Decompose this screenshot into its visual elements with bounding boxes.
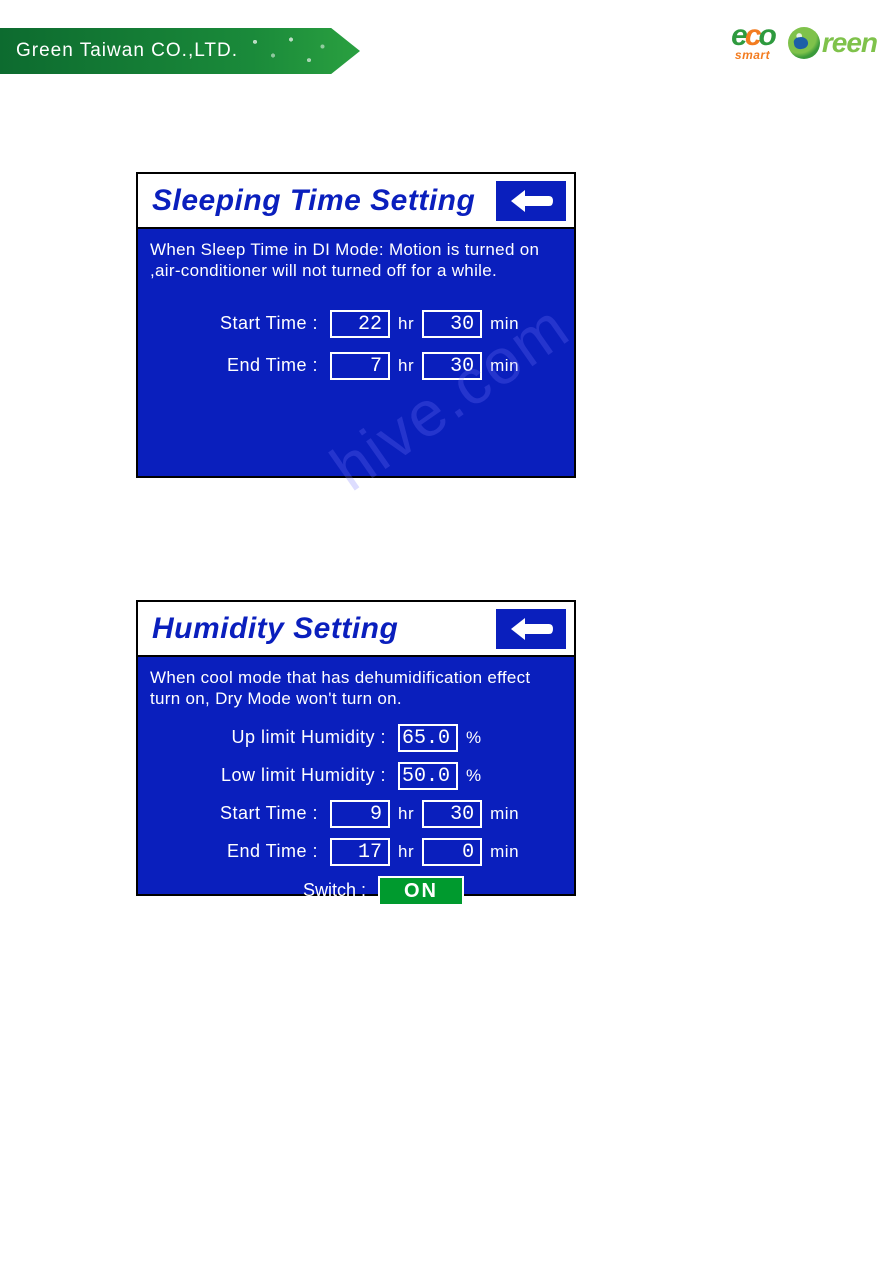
hr-unit: hr bbox=[398, 804, 414, 824]
end-time-label: End Time : bbox=[150, 841, 322, 862]
panel-title: Humidity Setting bbox=[152, 612, 398, 646]
end-time-row: End Time : 7 hr 30 min bbox=[150, 352, 562, 380]
end-time-label: End Time : bbox=[150, 355, 322, 376]
min-unit: min bbox=[490, 356, 519, 376]
min-unit: min bbox=[490, 804, 519, 824]
humidity-panel: Humidity Setting When cool mode that has… bbox=[136, 600, 576, 896]
back-button[interactable] bbox=[496, 181, 566, 221]
start-time-label: Start Time : bbox=[150, 313, 322, 334]
min-unit: min bbox=[490, 314, 519, 334]
hr-unit: hr bbox=[398, 842, 414, 862]
eco-smart-logo: eco smart bbox=[731, 24, 774, 62]
min-unit: min bbox=[490, 842, 519, 862]
end-min-input[interactable]: 30 bbox=[422, 352, 482, 380]
logo-group: eco smart reen bbox=[731, 24, 877, 62]
start-min-input[interactable]: 30 bbox=[422, 310, 482, 338]
start-time-row: Start Time : 9 hr 30 min bbox=[150, 800, 562, 828]
low-limit-label: Low limit Humidity : bbox=[150, 765, 390, 786]
green-logo-text: reen bbox=[822, 27, 877, 59]
end-hour-input[interactable]: 7 bbox=[330, 352, 390, 380]
green-logo: reen bbox=[788, 27, 877, 59]
panel-title-bar: Sleeping Time Setting bbox=[138, 174, 574, 229]
panel-title-bar: Humidity Setting bbox=[138, 602, 574, 657]
company-banner: Green Taiwan CO.,LTD. bbox=[0, 28, 360, 74]
document-header: Green Taiwan CO.,LTD. bbox=[0, 28, 360, 74]
end-time-row: End Time : 17 hr 0 min bbox=[150, 838, 562, 866]
start-hour-input[interactable]: 22 bbox=[330, 310, 390, 338]
pct-unit: % bbox=[466, 728, 482, 748]
up-limit-row: Up limit Humidity : 65.0 % bbox=[150, 724, 562, 752]
panel-title: Sleeping Time Setting bbox=[152, 184, 475, 218]
low-limit-input[interactable]: 50.0 bbox=[398, 762, 458, 790]
company-name: Green Taiwan CO.,LTD. bbox=[16, 40, 238, 62]
sleeping-time-panel: Sleeping Time Setting When Sleep Time in… bbox=[136, 172, 576, 478]
end-hour-input[interactable]: 17 bbox=[330, 838, 390, 866]
start-time-label: Start Time : bbox=[150, 803, 322, 824]
switch-label: Switch : bbox=[270, 880, 370, 901]
up-limit-label: Up limit Humidity : bbox=[150, 727, 390, 748]
start-hour-input[interactable]: 9 bbox=[330, 800, 390, 828]
hr-unit: hr bbox=[398, 356, 414, 376]
switch-row: Switch : ON bbox=[150, 876, 562, 906]
switch-toggle[interactable]: ON bbox=[378, 876, 464, 906]
start-time-row: Start Time : 22 hr 30 min bbox=[150, 310, 562, 338]
globe-icon bbox=[788, 27, 820, 59]
pct-unit: % bbox=[466, 766, 482, 786]
start-min-input[interactable]: 30 bbox=[422, 800, 482, 828]
low-limit-row: Low limit Humidity : 50.0 % bbox=[150, 762, 562, 790]
back-arrow-icon bbox=[509, 616, 553, 642]
panel-description: When cool mode that has dehumidification… bbox=[150, 667, 562, 710]
end-min-input[interactable]: 0 bbox=[422, 838, 482, 866]
up-limit-input[interactable]: 65.0 bbox=[398, 724, 458, 752]
eco-logo-sub: smart bbox=[735, 48, 770, 62]
panel-description: When Sleep Time in DI Mode: Motion is tu… bbox=[150, 239, 562, 282]
hr-unit: hr bbox=[398, 314, 414, 334]
back-button[interactable] bbox=[496, 609, 566, 649]
back-arrow-icon bbox=[509, 188, 553, 214]
